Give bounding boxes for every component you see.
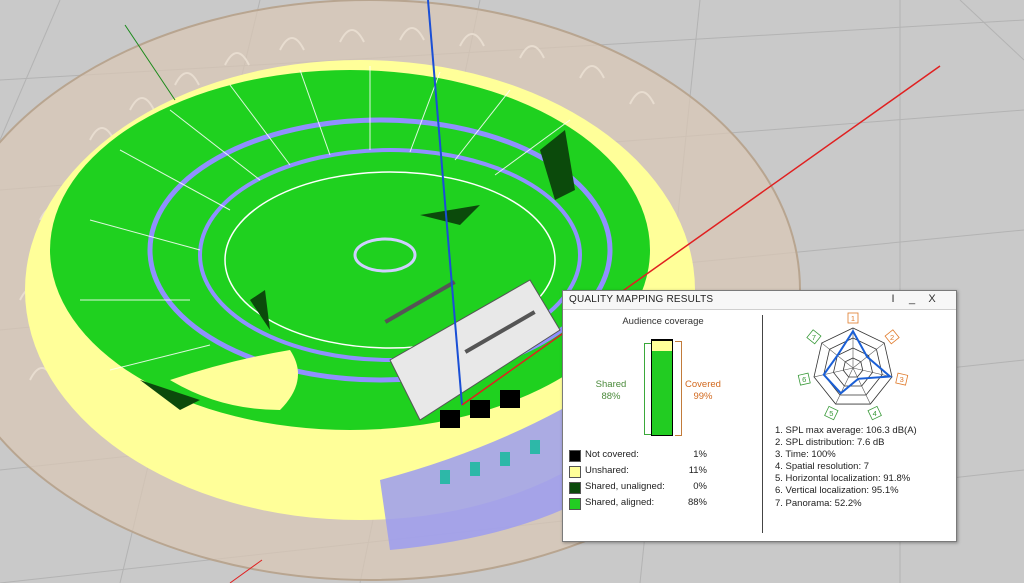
- metric-spl-max: 1. SPL max average: 106.3 dB(A): [775, 425, 917, 436]
- svg-text:2: 2: [890, 333, 894, 342]
- covered-label: Covered 99%: [683, 379, 723, 403]
- legend-swatch: [569, 498, 581, 510]
- radar-axis-label: 4: [867, 405, 882, 421]
- coverage-heading: Audience coverage: [622, 316, 704, 327]
- legend-value: 1%: [693, 449, 707, 460]
- legend-label: Not covered:: [585, 449, 639, 460]
- metric-time: 3. Time: 100%: [775, 449, 836, 461]
- covered-value: 99%: [693, 391, 713, 402]
- radar-axis-label: 3: [895, 372, 909, 386]
- shared-label-text: Shared: [595, 379, 627, 390]
- shared-seating-upper: [50, 70, 650, 430]
- quality-mapping-panel: QUALITY MAPPING RESULTS I _ X Audience c…: [562, 290, 957, 542]
- legend-value: 0%: [693, 481, 707, 492]
- radar-axis-label: 6: [797, 372, 811, 386]
- coverage-bar: [651, 339, 673, 436]
- covered-bracket: [675, 341, 682, 436]
- legend-label: Unshared:: [585, 465, 629, 476]
- metric-spl-distribution: 2. SPL distribution: 7.6 dB: [775, 437, 885, 449]
- svg-text:3: 3: [900, 375, 904, 384]
- legend-label: Shared, unaligned:: [585, 481, 665, 492]
- legend-value: 11%: [688, 465, 707, 476]
- legend-label: Shared, aligned:: [585, 497, 655, 508]
- radar-value-polygon: [822, 329, 893, 395]
- legend-row: Unshared: 11%: [569, 465, 759, 479]
- svg-text:5: 5: [829, 409, 833, 418]
- svg-text:4: 4: [873, 409, 877, 418]
- legend-swatch: [569, 466, 581, 478]
- legend-swatch: [569, 450, 581, 462]
- shared-label: Shared 88%: [591, 379, 631, 403]
- restore-button[interactable]: I: [886, 293, 900, 306]
- panel-divider: [762, 315, 763, 533]
- metric-horizontal-localization: 5. Horizontal localization: 91.8%: [775, 473, 911, 485]
- legend-row: Shared, unaligned: 0%: [569, 481, 759, 495]
- legend-row: Not covered: 1%: [569, 449, 759, 463]
- panel-title: QUALITY MAPPING RESULTS: [569, 294, 714, 305]
- radar-axis-label: 7: [806, 329, 822, 345]
- legend-row: Shared, aligned: 88%: [569, 497, 759, 511]
- legend-value: 88%: [687, 497, 707, 508]
- minimize-button[interactable]: _: [905, 293, 919, 306]
- radar-axis-label: 1: [847, 312, 859, 324]
- radar-axis-label: 2: [884, 329, 900, 345]
- radar-chart: 1 2 3 4 5 6 7: [797, 312, 909, 421]
- covered-label-text: Covered: [685, 379, 721, 390]
- metric-panorama: 7. Panorama: 52.2%: [775, 497, 862, 509]
- metric-vertical-localization: 6. Vertical localization: 95.1%: [775, 485, 899, 497]
- metrics-list: 1. SPL max average: 106.3 dB(A) 2. SPL d…: [775, 425, 951, 510]
- bar-unshared: [652, 341, 672, 351]
- shared-bracket: [644, 343, 651, 435]
- bar-shared-aligned: [652, 351, 672, 435]
- svg-text:6: 6: [802, 375, 806, 384]
- svg-text:1: 1: [851, 314, 855, 323]
- close-button[interactable]: X: [925, 293, 939, 306]
- shared-value: 88%: [601, 391, 621, 402]
- svg-text:7: 7: [812, 333, 816, 342]
- metric-spatial-resolution: 4. Spatial resolution: 7: [775, 461, 870, 473]
- panel-titlebar[interactable]: QUALITY MAPPING RESULTS I _ X: [563, 291, 956, 310]
- legend-swatch: [569, 482, 581, 494]
- radar-axis-label: 5: [824, 405, 839, 421]
